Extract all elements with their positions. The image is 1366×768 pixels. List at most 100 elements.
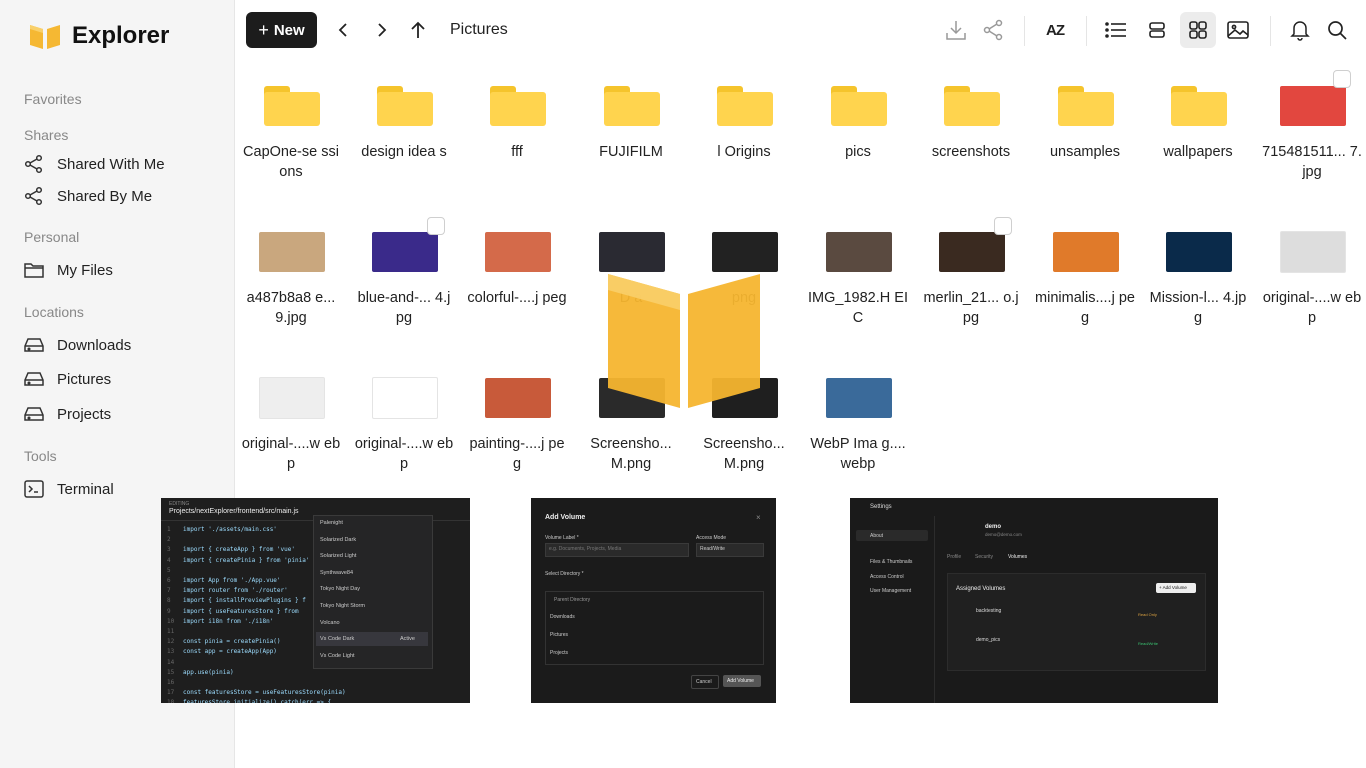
folder-item[interactable]: wallpapers <box>1148 64 1248 194</box>
file-item[interactable]: painting-....j peg <box>467 356 567 486</box>
gallery-view-button[interactable] <box>1226 18 1250 42</box>
back-button[interactable] <box>332 18 356 42</box>
parent-directory[interactable]: Parent Directory <box>554 597 590 603</box>
editor-path: Projects/nextExplorer/frontend/src/main.… <box>169 508 299 515</box>
sort-az-icon: AZ <box>1046 21 1065 39</box>
add-volume-preview[interactable]: Add Volume × Volume Label * e.g. Documen… <box>531 498 776 703</box>
theme-option[interactable]: Synthwave84 <box>320 570 353 576</box>
theme-option[interactable]: Tokyo Night Storm <box>320 603 365 609</box>
sort-button[interactable]: AZ <box>1042 18 1068 42</box>
app-title: Explorer <box>72 22 170 49</box>
notifications-button[interactable] <box>1288 18 1312 42</box>
file-item[interactable]: original-....w ebp <box>354 356 454 486</box>
settings-nav-item[interactable]: Access Control <box>870 574 904 580</box>
favorites-heading: Favorites <box>24 91 82 107</box>
sidebar-item-shared-with-me[interactable]: Shared With Me <box>24 152 165 176</box>
compact-view-button[interactable] <box>1145 18 1169 42</box>
theme-dropdown[interactable]: Palenight Solarized Dark Solarized Light Sy… <box>313 515 433 669</box>
cancel-button[interactable]: Cancel <box>691 675 719 689</box>
theme-option[interactable]: Tokyo Night Day <box>320 586 360 592</box>
active-badge: Active <box>400 636 415 643</box>
folder-item[interactable]: FUJIFILM <box>581 64 681 194</box>
code-line: import i18n from './i18n' <box>183 617 274 625</box>
sidebar-item-shared-by-me[interactable]: Shared By Me <box>24 184 152 208</box>
sidebar-item-downloads[interactable]: Downloads <box>24 333 131 357</box>
download-button[interactable] <box>944 18 968 42</box>
theme-option[interactable]: Palenight <box>320 520 343 526</box>
new-button[interactable]: + New <box>246 12 317 48</box>
brand[interactable]: Explorer <box>30 22 169 50</box>
theme-option[interactable]: Solarized Dark <box>320 537 356 543</box>
image-thumbnail <box>485 220 551 284</box>
sidebar-item-pictures[interactable]: Pictures <box>24 367 111 391</box>
file-item[interactable]: colorful-....j peg <box>467 210 567 340</box>
sidebar-item-terminal[interactable]: Terminal <box>24 477 114 501</box>
file-name: l Origins <box>717 144 771 160</box>
image-thumbnail <box>826 220 892 284</box>
sidebar-item-my-files[interactable]: My Files <box>24 258 113 282</box>
settings-nav-item[interactable]: User Management <box>870 588 911 594</box>
thumbnail-image <box>712 232 778 272</box>
folder-item[interactable]: CapOne-se ssions <box>241 64 341 194</box>
folder-item[interactable]: fff <box>467 64 567 194</box>
tab-volumes[interactable]: Volumes <box>1008 554 1027 560</box>
up-button[interactable] <box>406 18 430 42</box>
image-thumbnail <box>1166 220 1232 284</box>
select-checkbox[interactable] <box>1333 70 1351 88</box>
line-number: 6 <box>167 577 171 584</box>
file-item[interactable]: a487b8a8 e...9.jpg <box>241 210 341 340</box>
tab-profile[interactable]: Profile <box>947 554 961 560</box>
list-view-button[interactable] <box>1104 18 1128 42</box>
arrow-up-icon <box>411 21 425 38</box>
select-checkbox[interactable] <box>427 217 445 235</box>
search-button[interactable] <box>1325 18 1349 42</box>
theme-option[interactable]: Solarized Light <box>320 553 356 559</box>
add-volume-button[interactable]: + Add Volume <box>1156 583 1196 593</box>
folder-item[interactable]: screenshots <box>921 64 1021 194</box>
thumbnail-image <box>485 232 551 272</box>
file-item[interactable]: minimalis....j peg <box>1035 210 1135 340</box>
folder-icon <box>24 260 44 280</box>
folder-item[interactable]: design idea s <box>354 64 454 194</box>
dir-item[interactable]: Pictures <box>550 632 568 638</box>
list-icon <box>1105 22 1126 38</box>
access-mode-select[interactable]: Read/Write <box>696 543 764 557</box>
file-item[interactable]: original-....w ebp <box>241 356 341 486</box>
folder-icon <box>1053 74 1119 138</box>
theme-option[interactable]: Volcano <box>320 620 340 626</box>
theme-option[interactable]: Vs Code Light <box>320 653 355 659</box>
file-item[interactable]: original-....w ebp <box>1262 210 1362 340</box>
line-number: 3 <box>167 546 171 554</box>
share-button[interactable] <box>981 18 1005 42</box>
close-icon[interactable]: × <box>756 513 761 522</box>
forward-button[interactable] <box>369 18 393 42</box>
select-checkbox[interactable] <box>994 217 1012 235</box>
folder-item[interactable]: l Origins <box>694 64 794 194</box>
tab-security[interactable]: Security <box>975 554 993 560</box>
share-icon <box>24 186 44 206</box>
folder-item[interactable]: unsamples <box>1035 64 1135 194</box>
file-item[interactable]: IMG_1982.H EIC <box>808 210 908 340</box>
volume-label-input[interactable]: e.g. Documents, Projects, Media <box>545 543 689 557</box>
file-name: blue-and-... 4.jpg <box>357 290 451 326</box>
theme-option[interactable]: Vs Code Dark <box>320 636 354 642</box>
personal-heading: Personal <box>24 229 80 245</box>
file-item[interactable]: WebP Ima g....webp <box>808 356 908 486</box>
dir-item[interactable]: Projects <box>550 650 568 656</box>
folder-item[interactable]: pics <box>808 64 908 194</box>
code-line: const pinia = createPinia() <box>183 638 281 646</box>
thumbnail-image <box>826 232 892 272</box>
dir-item[interactable]: Downloads <box>550 614 575 620</box>
settings-preview[interactable]: Settings About Files & Thumbnails Access… <box>850 498 1218 703</box>
file-item[interactable]: Mission-l... 4.jpg <box>1148 210 1248 340</box>
add-volume-button[interactable]: Add Volume <box>723 675 761 687</box>
settings-nav-item[interactable]: About <box>870 533 883 539</box>
sidebar-item-projects[interactable]: Projects <box>24 402 111 426</box>
editor-preview[interactable]: EDITING Projects/nextExplorer/frontend/s… <box>161 498 470 703</box>
user-name: demo <box>985 524 1002 530</box>
file-name: colorful-....j peg <box>467 290 567 306</box>
file-name: painting-....j peg <box>469 436 565 472</box>
settings-nav-item[interactable]: Files & Thumbnails <box>870 559 912 565</box>
breadcrumb[interactable]: Pictures <box>450 21 508 39</box>
volume-mode-badge: Read Only <box>1138 612 1157 617</box>
